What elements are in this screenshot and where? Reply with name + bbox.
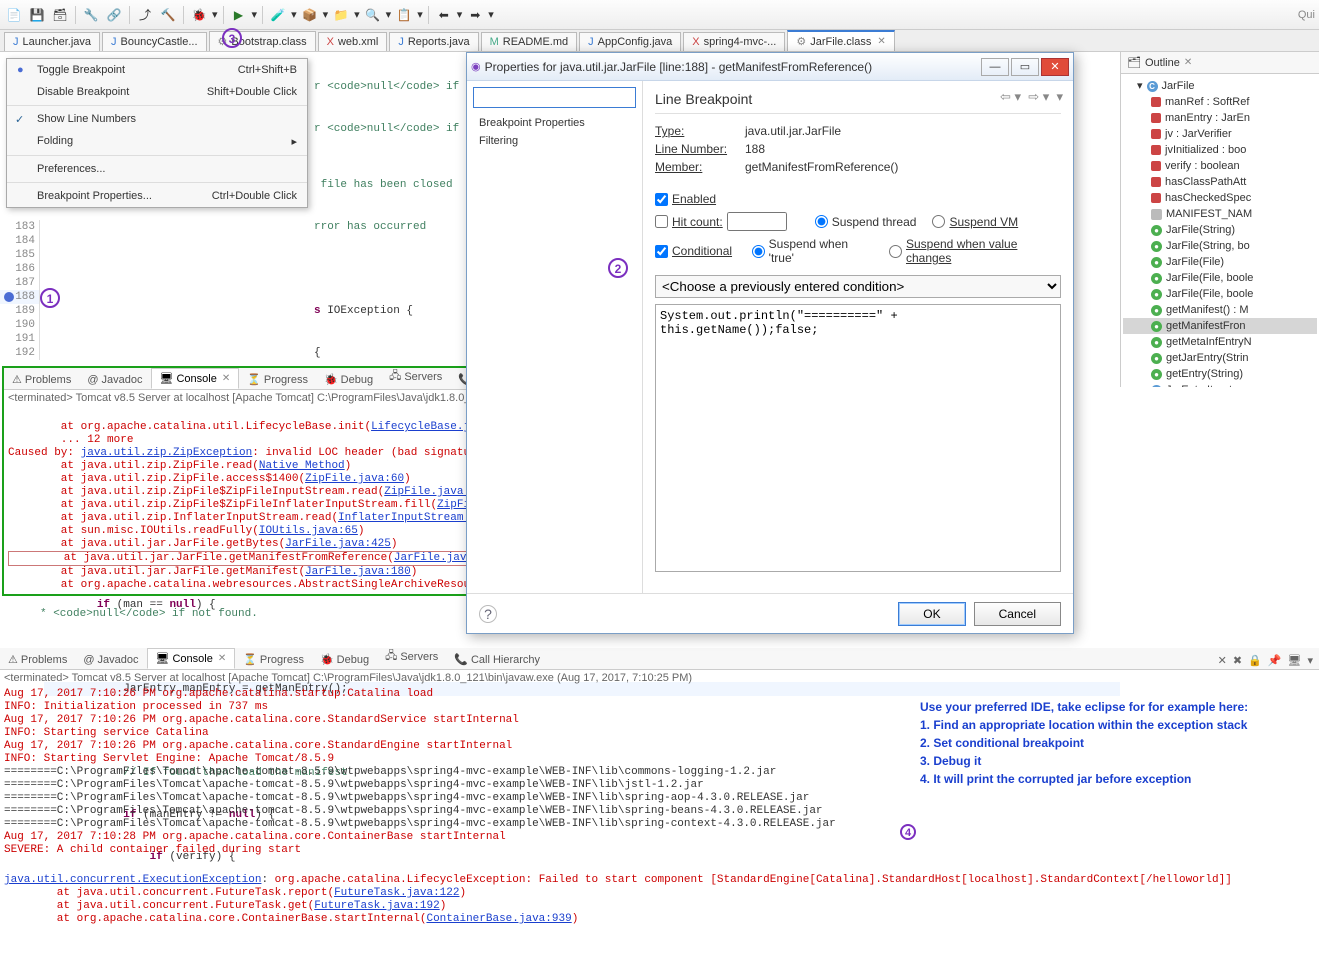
- tab-jarfile[interactable]: ⚙JarFile.class✕: [787, 30, 894, 51]
- tab-webxml[interactable]: Xweb.xml: [318, 32, 388, 51]
- tab-bootstrap[interactable]: ⚙Bootstrap.class: [209, 31, 316, 51]
- view-console[interactable]: 🖥 Console ✕: [147, 648, 236, 669]
- menu-prefs[interactable]: Preferences...: [7, 158, 307, 180]
- skip-icon[interactable]: ⤴: [135, 5, 155, 25]
- menu-icon[interactable]: ▾: [1056, 89, 1063, 104]
- nav-fwd-icon[interactable]: ⇨ ▾: [1028, 89, 1049, 104]
- save-all-icon[interactable]: 🗃: [50, 5, 70, 25]
- debug-icon[interactable]: 🐞: [189, 5, 209, 25]
- menu-folding[interactable]: Folding▸: [7, 130, 307, 153]
- dialog-nav: Breakpoint Properties Filtering: [467, 81, 643, 593]
- close-icon[interactable]: ✕: [877, 36, 885, 47]
- view-debug[interactable]: 🐞 Debug: [316, 370, 381, 389]
- console-status: <terminated> Tomcat v8.5 Server at local…: [0, 670, 1319, 686]
- dialog-title: Properties for java.util.jar.JarFile [li…: [481, 60, 979, 74]
- suspend-vm-radio[interactable]: [932, 215, 945, 228]
- ruler-context-menu: ●Toggle BreakpointCtrl+Shift+B Disable B…: [6, 58, 308, 208]
- outline-icon: 🗂: [1127, 56, 1141, 69]
- fwd-icon[interactable]: ➡: [465, 5, 485, 25]
- view-servers[interactable]: 🖧 Servers: [377, 644, 446, 669]
- minimize-button[interactable]: —: [981, 58, 1009, 76]
- open-icon[interactable]: ▾: [1307, 654, 1313, 667]
- cancel-button[interactable]: Cancel: [974, 602, 1061, 626]
- editor-tabs: JLauncher.java JBouncyCastle... ⚙Bootstr…: [0, 30, 1319, 52]
- tab-readme[interactable]: MREADME.md: [481, 32, 578, 51]
- ext-icon[interactable]: 📦: [300, 5, 320, 25]
- suspend-thread-radio[interactable]: [815, 215, 828, 228]
- view-servers[interactable]: 🖧 Servers: [381, 364, 450, 389]
- view-javadoc[interactable]: @ Javadoc: [79, 371, 150, 389]
- tab-reports[interactable]: JReports.java: [389, 32, 478, 51]
- properties-dialog: ◉ Properties for java.util.jar.JarFile […: [466, 52, 1074, 634]
- dropdown-icon[interactable]: ▾: [212, 8, 218, 21]
- view-javadoc[interactable]: @ Javadoc: [75, 651, 146, 669]
- maximize-button[interactable]: ▭: [1011, 58, 1039, 76]
- tab-bouncy[interactable]: JBouncyCastle...: [102, 32, 207, 51]
- filter-icon[interactable]: 📋: [394, 5, 414, 25]
- nav-filtering[interactable]: Filtering: [473, 132, 636, 150]
- outline-title: Outline: [1145, 57, 1180, 69]
- dialog-titlebar[interactable]: ◉ Properties for java.util.jar.JarFile […: [467, 53, 1073, 81]
- view-callh[interactable]: 📞 Call Hierarchy: [446, 650, 548, 669]
- nav-bp-props[interactable]: Breakpoint Properties: [473, 114, 636, 132]
- new-icon[interactable]: 📄: [4, 5, 24, 25]
- link-icon[interactable]: 🔗: [104, 5, 124, 25]
- pin-icon[interactable]: 📌: [1268, 654, 1282, 667]
- enabled-checkbox[interactable]: [655, 193, 668, 206]
- display-icon[interactable]: 🖥: [1288, 654, 1302, 667]
- run-icon[interactable]: ▶: [229, 5, 249, 25]
- breakpoint-marker[interactable]: [4, 292, 14, 302]
- hitcount-checkbox[interactable]: [655, 215, 668, 228]
- toggle-icon[interactable]: 🔧: [81, 5, 101, 25]
- tab-spring[interactable]: Xspring4-mvc-...: [683, 32, 785, 51]
- ext2-icon[interactable]: 📁: [331, 5, 351, 25]
- lower-console: ⚠ Problems @ Javadoc 🖥 Console ✕ ⏳ Progr…: [0, 648, 1319, 941]
- code-comment: * <code>null</code> if not found.: [40, 608, 258, 620]
- dropdown-icon[interactable]: ▾: [252, 8, 258, 21]
- save-icon[interactable]: 💾: [27, 5, 47, 25]
- view-progress[interactable]: ⏳ Progress: [235, 650, 312, 669]
- clear-icon[interactable]: ✕: [1218, 654, 1227, 667]
- view-debug[interactable]: 🐞 Debug: [312, 650, 377, 669]
- view-problems[interactable]: ⚠ Problems: [0, 650, 75, 669]
- condition-history[interactable]: <Choose a previously entered condition>: [655, 275, 1061, 298]
- line-numbers: 183184185 186187 188 189190191192: [2, 220, 40, 360]
- back-icon[interactable]: ⬅: [434, 5, 454, 25]
- menu-show-lines[interactable]: ✓Show Line Numbers: [7, 108, 307, 130]
- help-icon[interactable]: ?: [479, 605, 497, 623]
- dialog-content: ⇦ ▾ ⇨ ▾ ▾ Line Breakpoint Type:java.util…: [643, 81, 1073, 593]
- close-button[interactable]: ✕: [1041, 58, 1069, 76]
- ok-button[interactable]: OK: [898, 602, 965, 626]
- main-toolbar: 📄 💾 🗃 🔧 🔗 ⤴ 🔨 🐞▾ ▶▾ 🧪▾ 📦▾ 📁▾ 🔍▾ 📋▾ ⬅▾ ➡▾…: [0, 0, 1319, 30]
- outline-view: 🗂 Outline ✕ ▾CJarFile manRef : SoftRefma…: [1120, 52, 1319, 387]
- view-console[interactable]: 🖥 Console ✕: [151, 368, 240, 389]
- conditional-checkbox[interactable]: [655, 245, 668, 258]
- search-icon[interactable]: 🔍: [363, 5, 383, 25]
- filter-input[interactable]: [473, 87, 636, 108]
- tab-appconfig[interactable]: JAppConfig.java: [579, 32, 681, 51]
- remove-all-icon[interactable]: ✖: [1233, 654, 1242, 667]
- view-progress[interactable]: ⏳ Progress: [239, 370, 316, 389]
- outline-tree[interactable]: ▾CJarFile manRef : SoftRefmanEntry : Jar…: [1121, 74, 1319, 387]
- coverage-icon[interactable]: 🧪: [268, 5, 288, 25]
- quick-access[interactable]: Qui: [1298, 9, 1315, 21]
- menu-bp-props[interactable]: Breakpoint Properties...Ctrl+Double Clic…: [7, 185, 307, 207]
- lock-icon[interactable]: 🔒: [1248, 654, 1262, 667]
- hitcount-input[interactable]: [727, 212, 787, 231]
- view-problems[interactable]: ⚠ Problems: [4, 370, 79, 389]
- build-icon[interactable]: 🔨: [158, 5, 178, 25]
- menu-disable-bp[interactable]: Disable BreakpointShift+Double Click: [7, 81, 307, 103]
- annotation-text: Use your preferred IDE, take eclipse for…: [920, 700, 1319, 790]
- when-change-radio[interactable]: [889, 245, 902, 258]
- tab-launcher[interactable]: JLauncher.java: [4, 32, 100, 51]
- when-true-radio[interactable]: [752, 245, 765, 258]
- console-output-stack: java.util.concurrent.ExecutionException:…: [0, 859, 1319, 941]
- close-icon[interactable]: ✕: [1184, 57, 1192, 68]
- nav-back-icon[interactable]: ⇦ ▾: [1000, 89, 1021, 104]
- eclipse-icon: ◉: [471, 60, 481, 73]
- condition-editor[interactable]: [655, 304, 1061, 572]
- menu-toggle-bp[interactable]: ●Toggle BreakpointCtrl+Shift+B: [7, 59, 307, 81]
